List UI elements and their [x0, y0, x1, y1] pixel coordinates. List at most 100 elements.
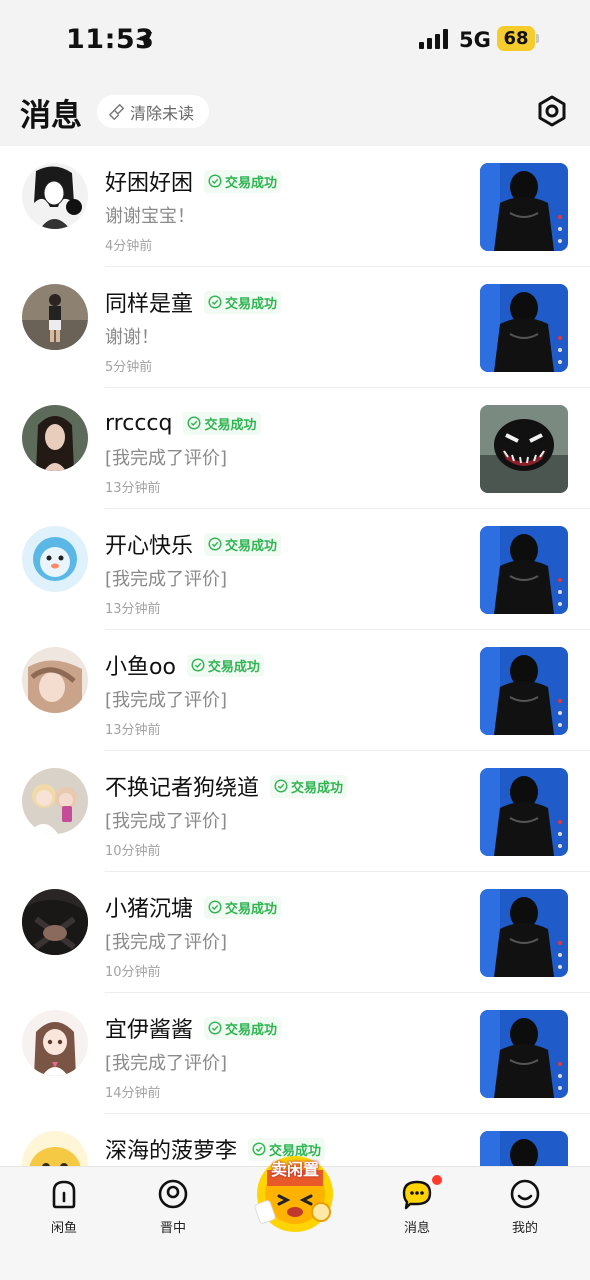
item-thumbnail[interactable]	[480, 163, 568, 251]
cellular-signal-icon	[419, 29, 448, 49]
list-item[interactable]: rrcccq 交易成功 [我完成了评价] 13分钟前	[0, 388, 590, 509]
trade-success-badge: 交易成功	[270, 774, 348, 798]
message-time: 14分钟前	[105, 1086, 161, 1101]
avatar[interactable]	[22, 647, 88, 713]
clear-unread-button[interactable]: 清除未读	[97, 95, 209, 128]
message-time: 13分钟前	[105, 602, 161, 617]
message-time: 10分钟前	[105, 844, 161, 859]
trade-success-badge: 交易成功	[183, 411, 261, 435]
item-thumbnail[interactable]	[480, 526, 568, 614]
badge-label: 交易成功	[225, 1022, 278, 1038]
unread-dot	[430, 1173, 444, 1187]
message-preview: [我完成了评价]	[105, 811, 228, 832]
trade-success-badge: 交易成功	[204, 895, 282, 919]
message-preview: [我完成了评价]	[105, 448, 228, 469]
badge-label: 交易成功	[225, 538, 278, 554]
message-time: 13分钟前	[105, 723, 161, 738]
network-type: 5G	[459, 28, 491, 52]
battery-cap	[536, 34, 539, 43]
location-pin-icon	[158, 1179, 188, 1209]
tab-discover-label: 晋中	[159, 1221, 186, 1236]
check-circle-icon	[208, 1021, 222, 1035]
message-list: 好困好困 交易成功 谢谢宝宝！ 4分钟前 同样是童 交易成功 谢谢！ 5分钟前 …	[0, 146, 590, 1235]
battery-level: 68	[503, 28, 529, 49]
contact-name: 深海的菠萝李	[105, 1139, 238, 1164]
message-preview: 谢谢宝宝！	[105, 206, 195, 227]
status-bar: 11:53 5G 68	[0, 0, 590, 78]
avatar[interactable]	[22, 1010, 88, 1076]
tab-messages[interactable]: 消息	[377, 1177, 457, 1236]
sell-idle-label: 卖闲置	[270, 1160, 319, 1179]
message-time: 10分钟前	[105, 965, 161, 980]
trade-success-badge: 交易成功	[186, 653, 264, 677]
list-item[interactable]: 同样是童 交易成功 谢谢！ 5分钟前	[0, 267, 590, 388]
check-circle-icon	[191, 658, 205, 672]
item-thumbnail[interactable]	[480, 647, 568, 735]
check-circle-icon	[208, 900, 222, 914]
contact-name: 开心快乐	[105, 534, 194, 559]
badge-label: 交易成功	[207, 659, 260, 675]
trade-success-badge: 交易成功	[204, 1016, 282, 1040]
list-item[interactable]: 宜伊酱酱 交易成功 [我完成了评价] 14分钟前	[0, 993, 590, 1114]
check-circle-icon	[187, 416, 201, 430]
check-circle-icon	[208, 295, 222, 309]
tab-me-label: 我的	[511, 1221, 538, 1236]
page-title: 消息	[20, 98, 82, 134]
badge-label: 交易成功	[225, 296, 278, 312]
badge-label: 交易成功	[204, 417, 257, 433]
message-time: 4分钟前	[105, 239, 153, 254]
battery-icon: 68	[497, 26, 535, 51]
list-item[interactable]: 开心快乐 交易成功 [我完成了评价] 13分钟前	[0, 509, 590, 630]
avatar[interactable]	[22, 405, 88, 471]
item-thumbnail[interactable]	[480, 1010, 568, 1098]
message-preview: 谢谢！	[105, 327, 159, 348]
check-circle-icon	[274, 779, 288, 793]
tab-discover[interactable]: 晋中	[133, 1177, 213, 1236]
message-preview: [我完成了评价]	[105, 569, 228, 590]
avatar[interactable]	[22, 526, 88, 592]
list-item[interactable]: 小猪沉塘 交易成功 [我完成了评价] 10分钟前	[0, 872, 590, 993]
message-preview: [我完成了评价]	[105, 690, 228, 711]
badge-label: 交易成功	[225, 175, 278, 191]
tab-messages-label: 消息	[403, 1221, 430, 1236]
contact-name: rrcccq	[105, 410, 173, 436]
trade-success-badge: 交易成功	[204, 290, 282, 314]
message-preview: [我完成了评价]	[105, 932, 228, 953]
avatar[interactable]	[22, 163, 88, 229]
location-arrow-icon	[135, 31, 153, 49]
broom-icon	[109, 103, 125, 120]
check-circle-icon	[208, 174, 222, 188]
page-header: 消息 清除未读	[0, 78, 590, 146]
contact-name: 不换记者狗绕道	[105, 776, 260, 801]
check-circle-icon	[208, 537, 222, 551]
settings-gear-icon[interactable]	[535, 94, 569, 128]
home-icon	[52, 1180, 76, 1209]
avatar[interactable]	[22, 284, 88, 350]
contact-name: 宜伊酱酱	[105, 1018, 194, 1043]
list-item[interactable]: 小鱼oo 交易成功 [我完成了评价] 13分钟前	[0, 630, 590, 751]
badge-label: 交易成功	[291, 780, 344, 796]
tab-me[interactable]: 我的	[485, 1177, 565, 1236]
trade-success-badge: 交易成功	[204, 169, 282, 193]
sell-mascot-icon	[254, 1156, 333, 1232]
contact-name: 小鱼oo	[105, 655, 176, 680]
avatar[interactable]	[22, 889, 88, 955]
chat-bubble-icon	[402, 1180, 432, 1210]
item-thumbnail[interactable]	[480, 405, 568, 493]
item-thumbnail[interactable]	[480, 768, 568, 856]
item-thumbnail[interactable]	[480, 284, 568, 372]
list-item[interactable]: 不换记者狗绕道 交易成功 [我完成了评价] 10分钟前	[0, 751, 590, 872]
badge-label: 交易成功	[225, 901, 278, 917]
message-time: 5分钟前	[105, 360, 153, 375]
trade-success-badge: 交易成功	[204, 532, 282, 556]
tab-home[interactable]: 闲鱼	[24, 1177, 104, 1236]
message-preview: [我完成了评价]	[105, 1053, 228, 1074]
avatar[interactable]	[22, 768, 88, 834]
contact-name: 好困好困	[105, 171, 194, 196]
list-item[interactable]: 好困好困 交易成功 谢谢宝宝！ 4分钟前	[0, 146, 590, 267]
item-thumbnail[interactable]	[480, 889, 568, 977]
contact-name: 同样是童	[105, 292, 194, 317]
clear-unread-label: 清除未读	[130, 103, 195, 123]
sell-idle-button[interactable]: 卖闲置	[243, 1134, 347, 1238]
tab-home-label: 闲鱼	[50, 1221, 77, 1236]
